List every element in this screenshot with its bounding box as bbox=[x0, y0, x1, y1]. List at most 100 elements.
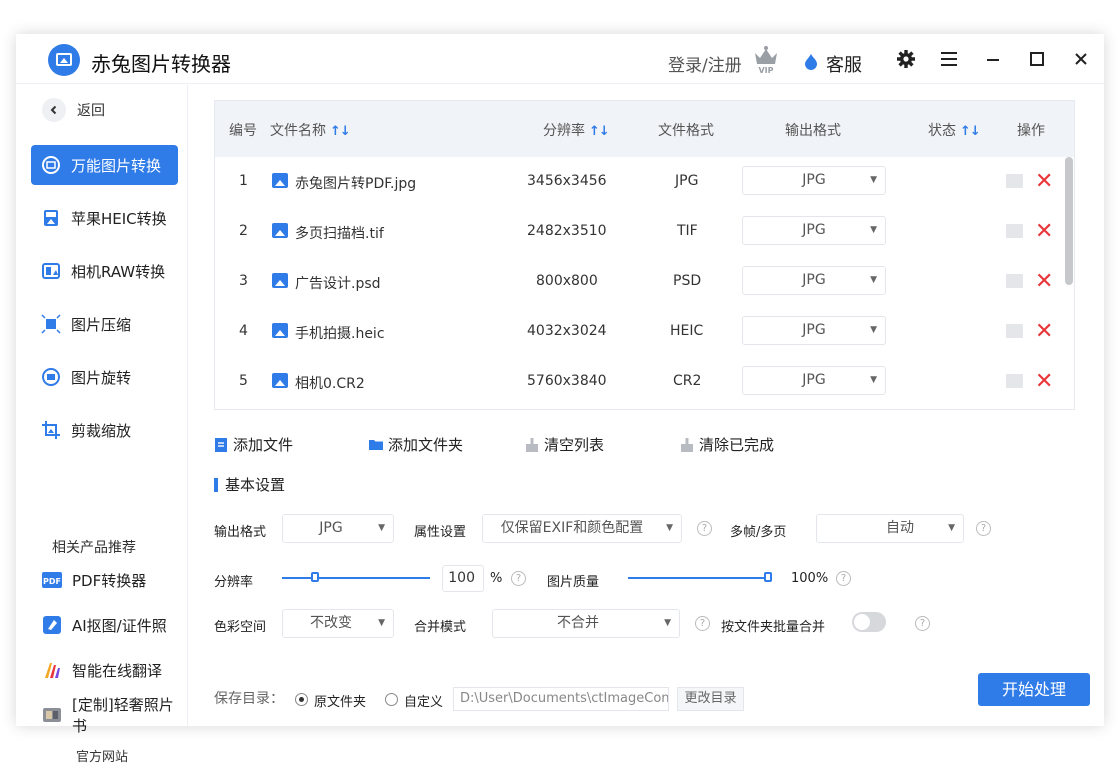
help-icon[interactable]: ? bbox=[976, 521, 991, 536]
folder-icon[interactable] bbox=[1006, 174, 1023, 188]
folder-icon[interactable] bbox=[1006, 274, 1023, 288]
product-label: PDF转换器 bbox=[72, 571, 147, 590]
row-output-format-select[interactable]: JPG ▼ bbox=[742, 316, 886, 345]
custom-label[interactable]: 自定义 bbox=[404, 691, 443, 710]
sidebar-item-label: 相机RAW转换 bbox=[71, 262, 166, 281]
folder-icon[interactable] bbox=[1006, 324, 1023, 338]
add-folder-button[interactable]: 添加文件夹 bbox=[369, 434, 463, 455]
scrollbar-thumb[interactable] bbox=[1065, 157, 1073, 285]
help-icon[interactable]: ? bbox=[697, 521, 712, 536]
menu-icon[interactable] bbox=[936, 46, 962, 72]
start-processing-button[interactable]: 开始处理 bbox=[978, 673, 1090, 706]
output-format-select[interactable]: JPG ▼ bbox=[282, 514, 394, 543]
color-space-select[interactable]: 不改变 ▼ bbox=[282, 609, 394, 638]
close-icon[interactable] bbox=[1068, 46, 1094, 72]
add-file-button[interactable]: 添加文件 bbox=[214, 434, 293, 455]
row-file-format: JPG bbox=[675, 173, 699, 189]
frames-pages-label: 多帧/多页 bbox=[730, 525, 787, 540]
row-output-format-select[interactable]: JPG ▼ bbox=[742, 216, 886, 245]
title-bar: 赤兔图片转换器 登录/注册 VIP 客服 bbox=[16, 34, 1104, 84]
chevron-left-icon bbox=[42, 98, 66, 122]
settings-gear-icon[interactable] bbox=[893, 46, 919, 72]
clear-completed-button[interactable]: 清除已完成 bbox=[680, 434, 774, 455]
sidebar-item-crop[interactable]: 剪裁缩放 bbox=[31, 410, 178, 450]
product-pdf-converter[interactable]: PDF PDF转换器 bbox=[42, 567, 146, 593]
sidebar-item-compress[interactable]: 图片压缩 bbox=[31, 304, 178, 344]
batch-merge-toggle[interactable] bbox=[852, 612, 886, 632]
table-row[interactable]: 3 广告设计.psd 800x800 PSD JPG ▼ ✕ bbox=[215, 257, 1065, 307]
svg-text:VIP: VIP bbox=[758, 66, 773, 74]
header-index: 编号 bbox=[229, 123, 257, 139]
resolution-slider-track[interactable] bbox=[282, 577, 430, 579]
folder-icon[interactable] bbox=[1006, 224, 1023, 238]
table-row[interactable]: 2 多页扫描档.tif 2482x3510 TIF JPG ▼ ✕ bbox=[215, 207, 1065, 257]
official-website-link[interactable]: 官方网站 bbox=[76, 746, 128, 765]
quality-slider-handle[interactable] bbox=[764, 572, 772, 582]
help-icon[interactable]: ? bbox=[511, 571, 526, 586]
table-row[interactable]: 5 相机0.CR2 5760x3840 CR2 JPG ▼ ✕ bbox=[215, 357, 1065, 407]
broom-icon bbox=[681, 437, 693, 452]
delete-icon[interactable]: ✕ bbox=[1035, 319, 1053, 344]
delete-icon[interactable]: ✕ bbox=[1035, 269, 1053, 294]
product-ai-cutout[interactable]: AI抠图/证件照 bbox=[42, 612, 167, 638]
maximize-icon[interactable] bbox=[1024, 46, 1050, 72]
attribute-settings-select[interactable]: 仅保留EXIF和颜色配置 ▼ bbox=[482, 514, 682, 543]
sort-icon[interactable]: ↑↓ bbox=[589, 124, 610, 139]
customer-service-link[interactable]: 客服 bbox=[826, 51, 862, 77]
image-file-icon bbox=[272, 223, 288, 238]
product-label: AI抠图/证件照 bbox=[72, 616, 167, 635]
related-products-title: 相关产品推荐 bbox=[52, 540, 136, 556]
row-output-format-select[interactable]: JPG ▼ bbox=[742, 166, 886, 195]
minimize-icon[interactable] bbox=[980, 46, 1006, 72]
frames-pages-select[interactable]: 自动 ▼ bbox=[816, 514, 964, 543]
merge-mode-select[interactable]: 不合并 ▼ bbox=[492, 609, 680, 638]
sort-icon[interactable]: ↑↓ bbox=[960, 124, 981, 139]
image-file-icon bbox=[272, 373, 288, 388]
sidebar-item-heic[interactable]: 苹果HEIC转换 bbox=[31, 198, 178, 238]
table-scrollbar[interactable] bbox=[1065, 157, 1073, 407]
sidebar-item-rotate[interactable]: 图片旋转 bbox=[31, 357, 178, 397]
color-space-label: 色彩空间 bbox=[214, 620, 267, 635]
delete-icon[interactable]: ✕ bbox=[1035, 369, 1053, 394]
crop-icon bbox=[42, 421, 60, 439]
table-row[interactable]: 1 赤兔图片转PDF.jpg 3456x3456 JPG JPG ▼ ✕ bbox=[215, 157, 1065, 207]
product-translate[interactable]: 智能在线翻译 bbox=[42, 657, 162, 683]
caret-down-icon: ▼ bbox=[870, 275, 877, 285]
header-file-name[interactable]: 文件名称 ↑↓ bbox=[270, 120, 351, 140]
caret-down-icon: ▼ bbox=[666, 523, 673, 533]
back-button[interactable]: 返回 bbox=[42, 98, 105, 122]
caret-down-icon: ▼ bbox=[870, 325, 877, 335]
row-resolution: 5760x3840 bbox=[527, 373, 607, 389]
radio-original-folder[interactable] bbox=[295, 693, 308, 706]
help-icon[interactable]: ? bbox=[836, 571, 851, 586]
folder-icon[interactable] bbox=[1006, 374, 1023, 388]
sidebar-item-image-convert[interactable]: 万能图片转换 bbox=[31, 145, 178, 185]
product-photobook[interactable]: [定制]轻奢照片书 bbox=[42, 696, 187, 735]
row-output-format-select[interactable]: JPG ▼ bbox=[742, 366, 886, 395]
resolution-input[interactable]: 100 bbox=[442, 565, 484, 592]
row-index: 4 bbox=[239, 323, 248, 339]
table-row[interactable]: 4 手机拍摄.heic 4032x3024 HEIC JPG ▼ ✕ bbox=[215, 307, 1065, 357]
pdf-icon: PDF bbox=[42, 572, 62, 588]
service-flame-icon[interactable] bbox=[804, 54, 818, 70]
vip-crown-icon[interactable]: VIP bbox=[752, 44, 780, 74]
delete-icon[interactable]: ✕ bbox=[1035, 219, 1053, 244]
login-register-link[interactable]: 登录/注册 bbox=[668, 51, 742, 76]
help-icon[interactable]: ? bbox=[915, 616, 930, 631]
row-output-format-select[interactable]: JPG ▼ bbox=[742, 266, 886, 295]
radio-custom[interactable] bbox=[385, 693, 398, 706]
help-icon[interactable]: ? bbox=[695, 616, 710, 631]
caret-down-icon: ▼ bbox=[870, 375, 877, 385]
header-resolution[interactable]: 分辨率 ↑↓ bbox=[543, 120, 610, 140]
change-directory-button[interactable]: 更改目录 bbox=[677, 687, 744, 711]
save-path-input[interactable]: D:\User\Documents\ctImageConverter bbox=[453, 687, 669, 711]
row-file-format: PSD bbox=[673, 273, 702, 289]
original-folder-label[interactable]: 原文件夹 bbox=[314, 691, 366, 710]
sidebar-item-raw[interactable]: 相机RAW转换 bbox=[31, 251, 178, 291]
clear-list-button[interactable]: 清空列表 bbox=[525, 434, 604, 455]
sort-icon[interactable]: ↑↓ bbox=[330, 124, 351, 139]
quality-slider-track[interactable] bbox=[628, 577, 772, 579]
header-status[interactable]: 状态 ↑↓ bbox=[928, 120, 981, 140]
resolution-slider-handle[interactable] bbox=[311, 572, 319, 582]
delete-icon[interactable]: ✕ bbox=[1035, 169, 1053, 194]
